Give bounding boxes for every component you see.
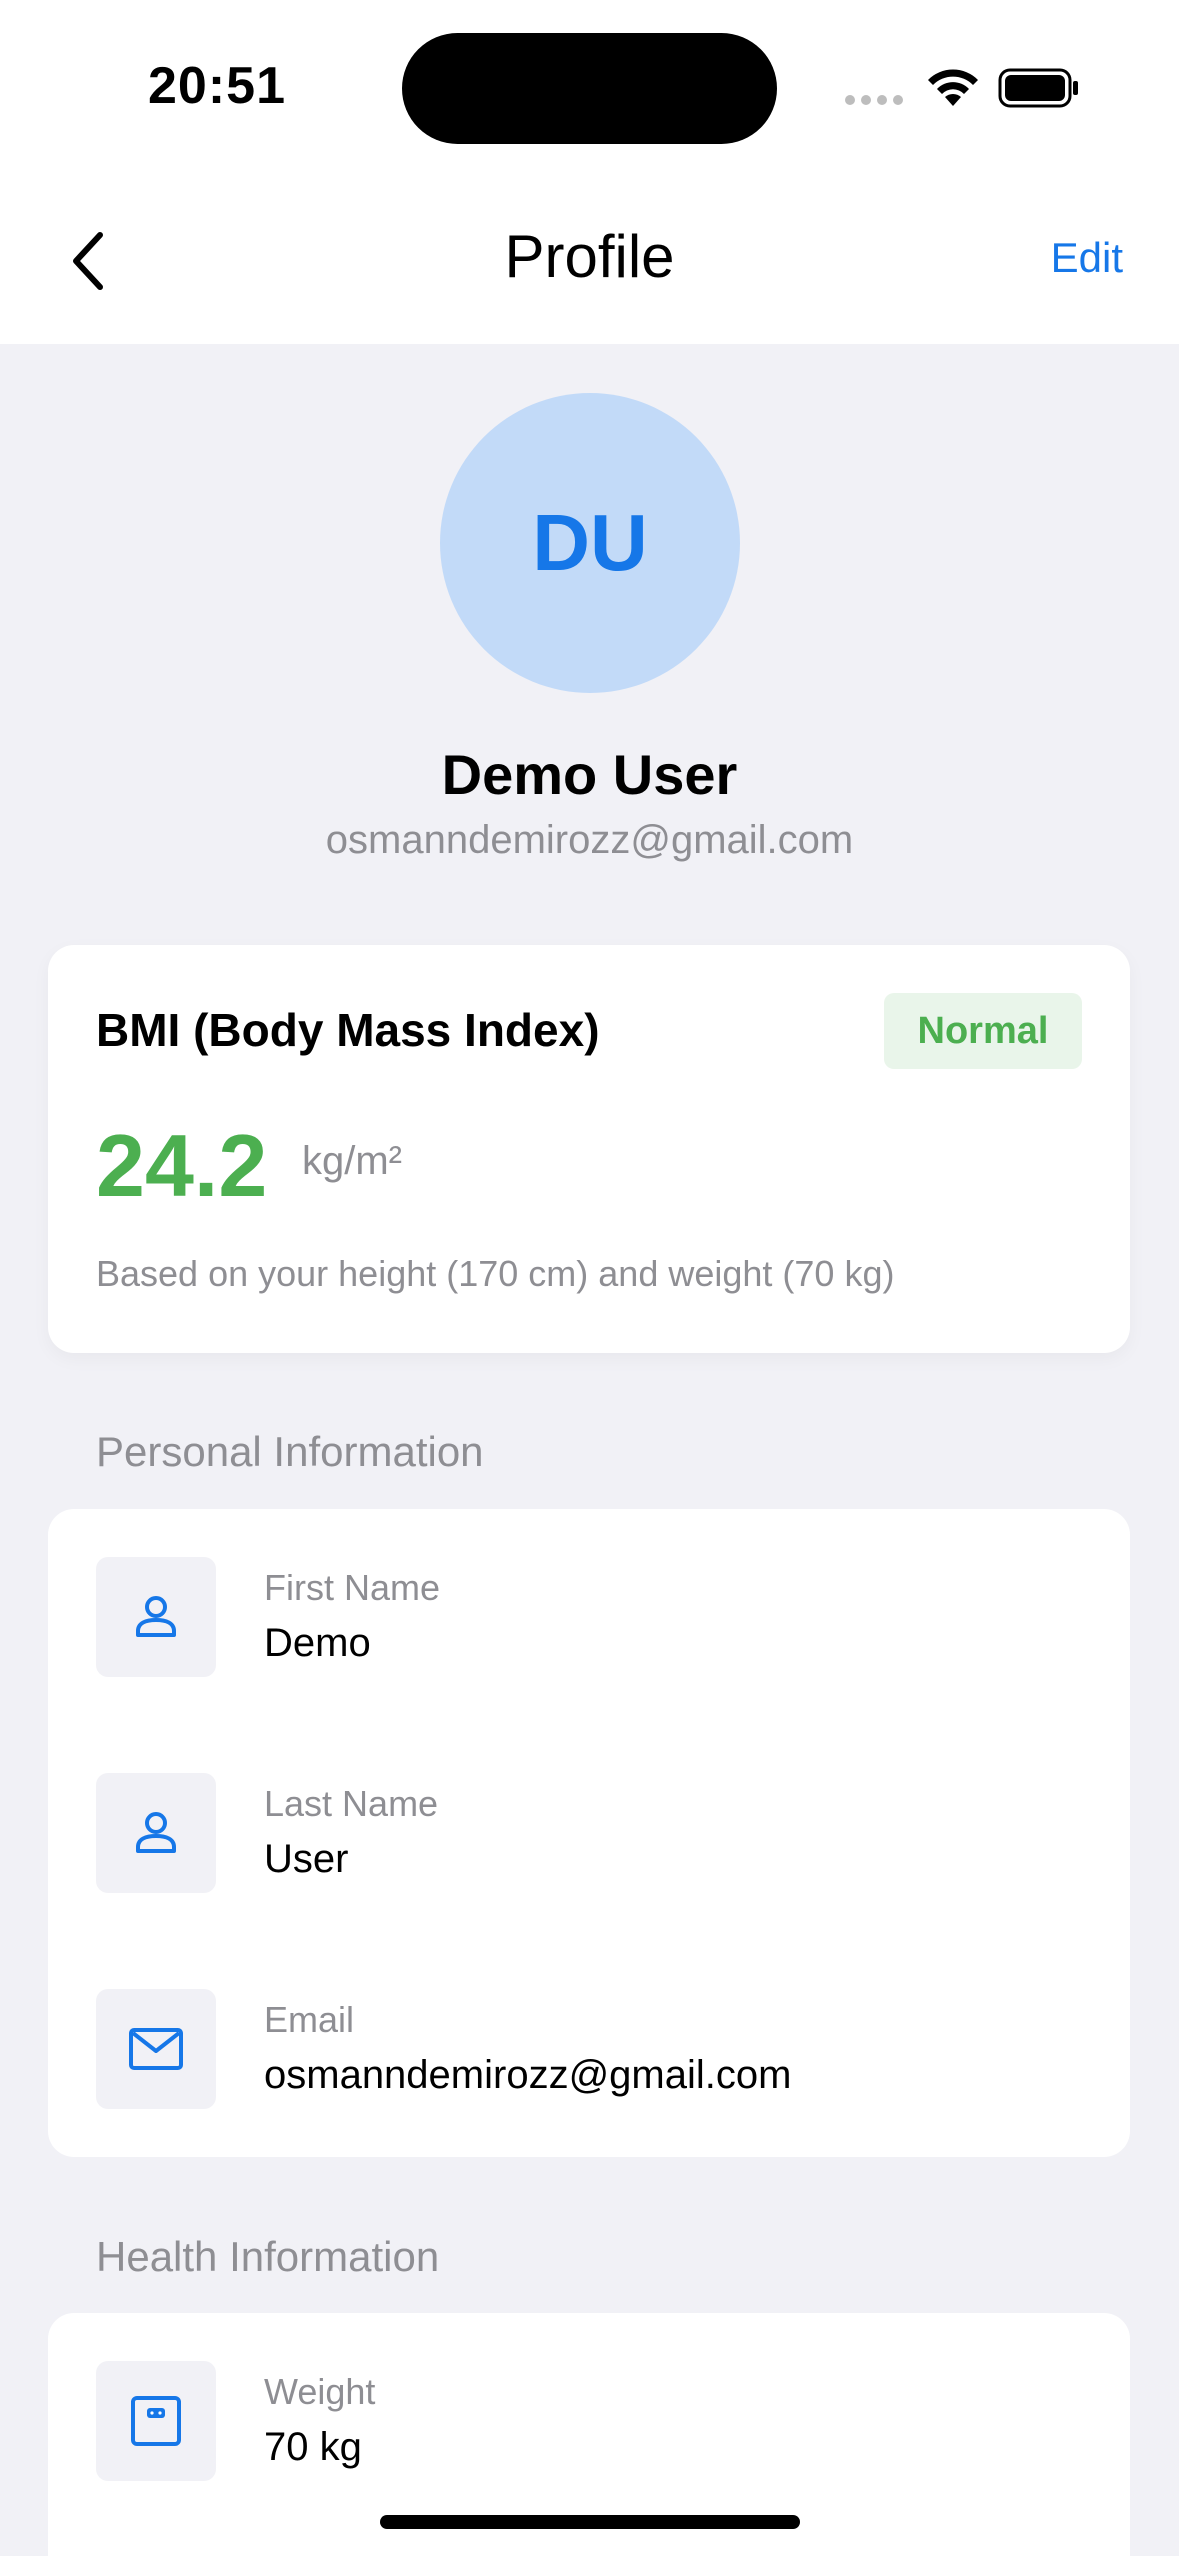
bmi-value: 24.2 <box>96 1116 268 1215</box>
last-name-label: Last Name <box>264 1783 439 1824</box>
header-area: 20:51 Profile Edit <box>0 0 1179 344</box>
first-name-value: Demo <box>264 1621 371 1665</box>
user-name: Demo User <box>441 743 738 806</box>
bmi-card: BMI (Body Mass Index) Normal 24.2 kg/m² … <box>48 945 1130 1353</box>
first-name-label: First Name <box>264 1567 441 1608</box>
last-name-row[interactable]: Last Name User <box>48 1773 1130 1893</box>
weight-label: Weight <box>264 2371 376 2412</box>
last-name-value: User <box>264 1837 349 1881</box>
wifi-icon <box>925 66 981 113</box>
scale-icon <box>96 2361 216 2481</box>
email-value: osmanndemirozz@gmail.com <box>264 2053 792 2097</box>
email-label: Email <box>264 1999 355 2040</box>
status-time: 20:51 <box>148 57 286 115</box>
person-icon <box>96 1557 216 1677</box>
page-title: Profile <box>504 223 675 290</box>
edit-button[interactable]: Edit <box>1051 234 1123 282</box>
first-name-row[interactable]: First Name Demo <box>48 1557 1130 1677</box>
health-information-header: Health Information <box>96 2233 440 2280</box>
cellular-signal-icon <box>845 92 909 110</box>
weight-value: 70 kg <box>264 2425 362 2469</box>
avatar: DU <box>440 393 740 693</box>
bmi-title: BMI (Body Mass Index) <box>96 1004 600 1056</box>
bmi-note: Based on your height (170 cm) and weight… <box>96 1253 895 1294</box>
person-icon <box>96 1773 216 1893</box>
bmi-status-badge: Normal <box>884 993 1082 1069</box>
personal-information-header: Personal Information <box>96 1428 484 1475</box>
dynamic-island <box>402 33 777 144</box>
envelope-icon <box>96 1989 216 2109</box>
personal-information-card: First Name Demo Last Name User Email osm… <box>48 1509 1130 2157</box>
user-email: osmanndemirozz@gmail.com <box>325 818 854 862</box>
bmi-unit: kg/m² <box>302 1139 402 1183</box>
weight-row[interactable]: Weight 70 kg <box>48 2361 1130 2481</box>
battery-icon <box>998 68 1080 113</box>
email-row[interactable]: Email osmanndemirozz@gmail.com <box>48 1989 1130 2109</box>
home-indicator <box>380 2515 800 2529</box>
